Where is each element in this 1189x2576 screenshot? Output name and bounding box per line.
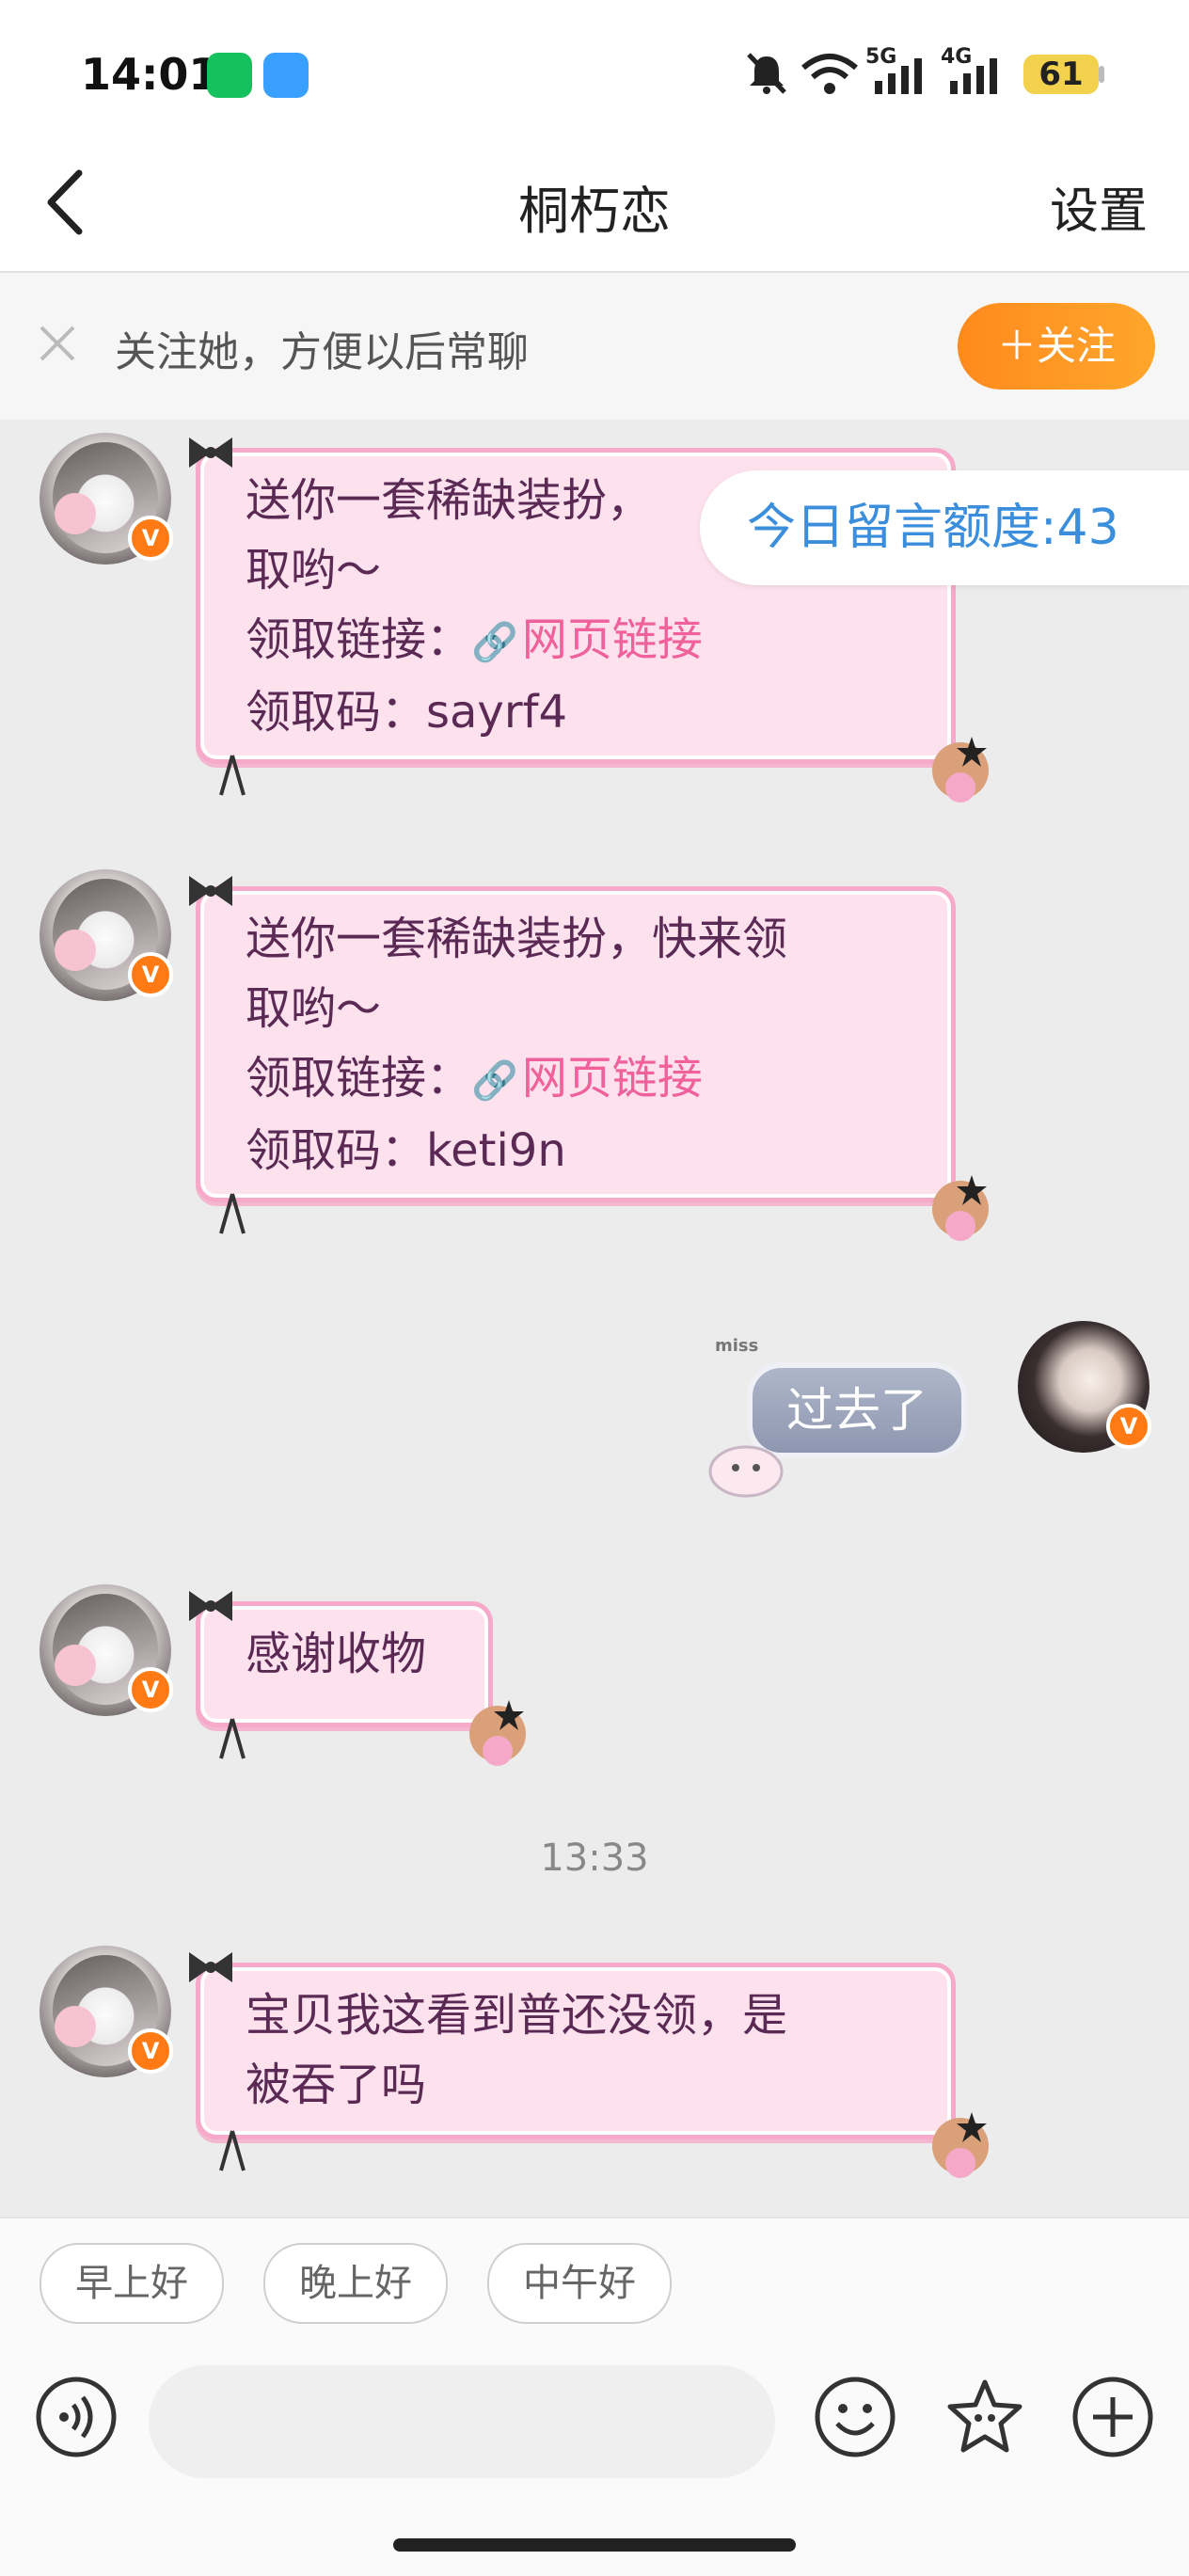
message-input[interactable] (149, 2365, 775, 2478)
link-icon: 🔗 (471, 1059, 518, 1103)
verified-badge: V (128, 2028, 173, 2074)
dog-sticker-icon (932, 2112, 989, 2178)
voice-icon[interactable] (34, 2375, 119, 2459)
quick-reply-chip[interactable]: 中午好 (487, 2243, 672, 2324)
contact-avatar[interactable]: V (40, 1946, 173, 2077)
bow-icon (189, 437, 232, 468)
ribbon-icon (219, 755, 246, 796)
ribbon-icon (219, 2130, 246, 2171)
follow-banner: 关注她，方便以后常聊 ＋关注 (0, 273, 1189, 420)
verified-badge: V (1106, 1404, 1151, 1449)
dog-sticker-icon (932, 737, 989, 803)
bow-icon (189, 876, 232, 906)
contact-avatar[interactable]: V (40, 1584, 173, 1716)
sticker-text: miss (715, 1336, 759, 1356)
close-icon[interactable] (36, 322, 79, 365)
ribbon-icon (219, 1718, 246, 1759)
chat-title: 桐朽恋 (518, 182, 671, 241)
contact-avatar[interactable]: V (40, 433, 173, 564)
input-panel: 早上好 晚上好 中午好 (0, 2217, 1189, 2576)
link-icon: 🔗 (471, 621, 518, 664)
dog-sticker-icon (469, 1700, 526, 1766)
emoji-icon[interactable] (813, 2375, 897, 2459)
follow-button[interactable]: ＋关注 (958, 303, 1155, 390)
sticker-star-icon[interactable] (943, 2375, 1027, 2459)
ribbon-icon (219, 1193, 246, 1234)
message-bubble[interactable]: 送你一套稀缺装扮，快来领 取哟～ 领取链接：🔗网页链接 领取码：keti9n (189, 876, 989, 1241)
status-time: 14:01 (81, 49, 219, 100)
claim-code: 领取码：sayrf4 (246, 686, 568, 739)
follow-prompt-text: 关注她，方便以后常聊 (115, 328, 529, 376)
message-bubble[interactable]: 宝贝我这看到普还没领，是 被吞了吗 (189, 1952, 989, 2178)
quick-reply-chip[interactable]: 早上好 (40, 2243, 224, 2324)
message-timestamp: 13:33 (540, 1837, 649, 1880)
mute-bell-icon (747, 53, 786, 94)
verified-badge: V (128, 516, 173, 561)
wechat-app-icon (207, 53, 252, 98)
my-avatar[interactable]: V (1018, 1321, 1151, 1453)
wifi-icon (801, 54, 858, 94)
verified-badge: V (128, 1667, 173, 1712)
web-link[interactable]: 网页链接 (522, 613, 703, 666)
top-bar: 14:01 5G 4G 61 桐朽恋 设置 (0, 0, 1189, 273)
web-link[interactable]: 网页链接 (522, 1052, 703, 1105)
contact-avatar[interactable]: V (40, 869, 173, 1001)
verified-badge: V (128, 952, 173, 997)
reader-app-icon (263, 53, 309, 98)
message-quota-badge: 今日留言额度:43 (700, 470, 1189, 585)
dog-sticker-icon (932, 1175, 989, 1241)
claim-code: 领取码：keti9n (246, 1124, 566, 1177)
quick-reply-chip[interactable]: 晚上好 (263, 2243, 448, 2324)
bow-icon (189, 1952, 232, 1982)
cat-sticker-icon (708, 1445, 784, 1498)
home-indicator (393, 2538, 796, 2552)
add-icon[interactable] (1070, 2375, 1155, 2459)
signal-4g-icon (950, 58, 997, 94)
bow-icon (189, 1591, 232, 1621)
battery-cap (1099, 66, 1104, 83)
signal-5g-icon (875, 58, 922, 94)
message-bubble[interactable]: 感谢收物 (189, 1591, 526, 1766)
settings-button[interactable]: 设置 (1050, 171, 1148, 242)
battery-level: 61 (1023, 55, 1099, 94)
